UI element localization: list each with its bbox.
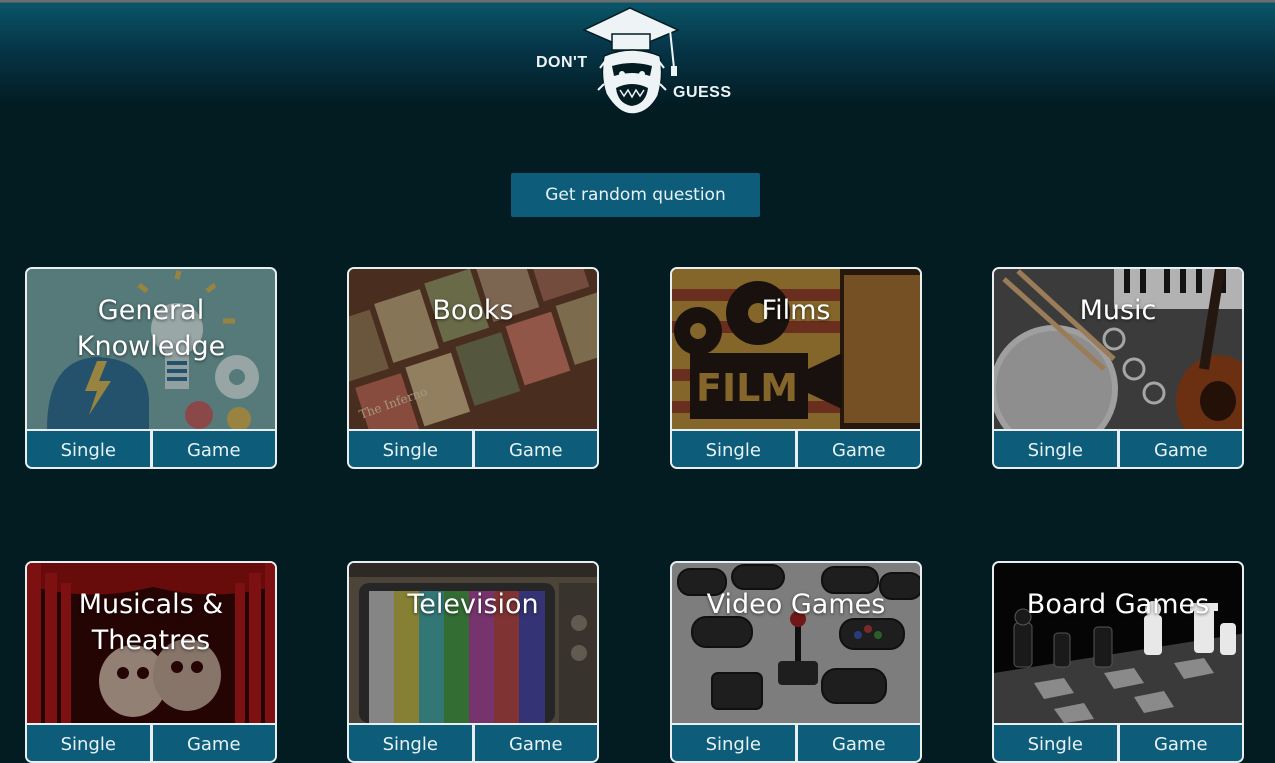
- category-card-television: Television Single Game: [347, 561, 599, 763]
- category-card-music: Music Single Game: [992, 267, 1244, 469]
- category-card-books: The Inferno Books Single Game: [347, 267, 599, 469]
- logo-text-top: DON'T: [536, 54, 588, 71]
- single-button[interactable]: Single: [994, 725, 1117, 761]
- category-card-video-games: Video Games Single Game: [670, 561, 922, 763]
- card-actions: Single Game: [27, 429, 275, 467]
- game-button[interactable]: Game: [149, 725, 275, 761]
- random-question-button[interactable]: Get random question: [511, 173, 760, 217]
- category-title: Musicals & Theatres: [78, 589, 224, 656]
- category-title: Music: [1079, 295, 1157, 326]
- game-button[interactable]: Game: [149, 431, 275, 467]
- single-button[interactable]: Single: [349, 431, 472, 467]
- category-card-board-games: Board Games Single Game: [992, 561, 1244, 763]
- card-actions: Single Game: [994, 723, 1242, 761]
- category-title: Books: [432, 295, 514, 326]
- single-button[interactable]: Single: [672, 431, 795, 467]
- card-actions: Single Game: [672, 723, 920, 761]
- game-button[interactable]: Game: [471, 725, 597, 761]
- single-button[interactable]: Single: [27, 431, 150, 467]
- single-button[interactable]: Single: [27, 725, 150, 761]
- logo-text-bottom: GUESS: [673, 84, 732, 101]
- card-actions: Single Game: [349, 723, 597, 761]
- category-card-films: FILM Films Single Game: [670, 267, 922, 469]
- single-button[interactable]: Single: [349, 725, 472, 761]
- card-actions: Single Game: [672, 429, 920, 467]
- card-actions: Single Game: [994, 429, 1242, 467]
- single-button[interactable]: Single: [672, 725, 795, 761]
- game-button[interactable]: Game: [1116, 725, 1242, 761]
- game-button[interactable]: Game: [794, 725, 920, 761]
- category-title: Television: [407, 589, 539, 620]
- site-logo[interactable]: DON'T GUESS: [520, 4, 750, 118]
- category-title: Board Games: [1026, 589, 1210, 620]
- category-card-general-knowledge: General Knowledge Single Game: [25, 267, 277, 469]
- card-actions: Single Game: [27, 723, 275, 761]
- category-title: Films: [761, 295, 831, 326]
- game-button[interactable]: Game: [1116, 431, 1242, 467]
- card-actions: Single Game: [349, 429, 597, 467]
- category-title: General Knowledge: [76, 295, 226, 362]
- category-card-musicals-theatres: Musicals & Theatres Single Game: [25, 561, 277, 763]
- game-button[interactable]: Game: [471, 431, 597, 467]
- single-button[interactable]: Single: [994, 431, 1117, 467]
- category-title: Video Games: [706, 589, 886, 620]
- game-button[interactable]: Game: [794, 431, 920, 467]
